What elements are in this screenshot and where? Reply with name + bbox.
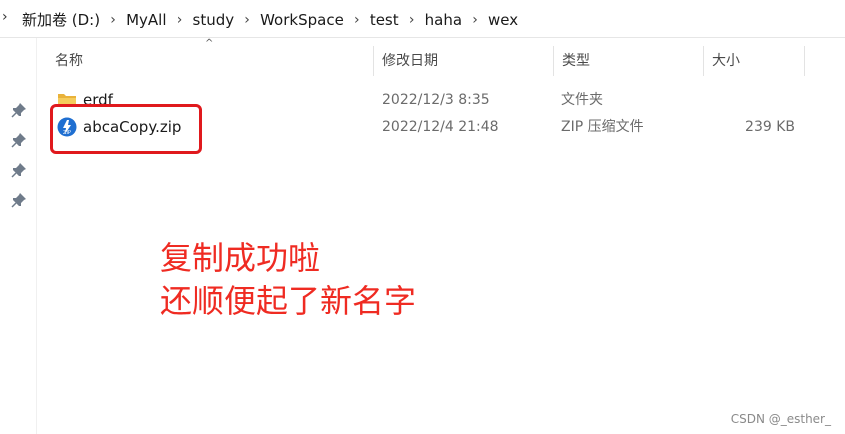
chevron-right-icon[interactable]: › <box>167 10 193 30</box>
pin-icon[interactable] <box>11 132 27 148</box>
annotation-line-1: 复制成功啦 <box>160 239 321 277</box>
pin-icon[interactable] <box>11 162 27 178</box>
chevron-right-icon[interactable]: › <box>462 10 488 30</box>
file-type: ZIP 压缩文件 <box>561 119 644 135</box>
pin-icon[interactable] <box>11 192 27 208</box>
breadcrumb: 新加卷 (D:) › MyAll › study › WorkSpace › test › haha… <box>22 9 518 29</box>
watermark: CSDN @_esther_ <box>730 412 831 426</box>
navigation-pane <box>0 38 37 434</box>
column-divider[interactable] <box>804 46 805 76</box>
chevron-right-icon[interactable]: › <box>399 10 425 30</box>
breadcrumb-item-drive[interactable]: 新加卷 (D:) <box>22 10 100 30</box>
file-date: 2022/12/3 8:35 <box>382 92 490 108</box>
pin-icon[interactable] <box>11 102 27 118</box>
column-header-type[interactable]: 类型 <box>554 44 702 78</box>
file-type: 文件夹 <box>561 92 603 108</box>
file-date: 2022/12/4 21:48 <box>382 119 499 135</box>
column-header-row: ^ 名称 修改日期 类型 大小 <box>37 38 845 78</box>
file-size: 239 KB <box>745 119 795 135</box>
breadcrumb-item-study[interactable]: study <box>193 10 235 30</box>
column-header-size[interactable]: 大小 <box>704 44 804 78</box>
breadcrumb-item-haha[interactable]: haha <box>425 10 462 30</box>
breadcrumb-item-wex[interactable]: wex <box>488 10 518 30</box>
breadcrumb-item-workspace[interactable]: WorkSpace <box>260 10 344 30</box>
annotation-line-2: 还顺便起了新名字 <box>160 282 417 320</box>
address-bar[interactable]: › 新加卷 (D:) › MyAll › study › WorkSpace › test › ha… <box>0 0 845 38</box>
chevron-right-icon[interactable]: › <box>234 10 260 30</box>
breadcrumb-item-test[interactable]: test <box>370 10 399 30</box>
column-header-date[interactable]: 修改日期 <box>374 44 552 78</box>
chevron-right-icon[interactable]: › <box>100 10 126 30</box>
chevron-right-icon[interactable]: › <box>344 10 370 30</box>
highlight-box <box>50 104 202 154</box>
column-header-name[interactable]: 名称 <box>47 44 372 78</box>
file-size <box>705 87 795 113</box>
breadcrumb-item-myall[interactable]: MyAll <box>126 10 166 30</box>
chevron-right-icon[interactable]: › <box>2 10 12 24</box>
